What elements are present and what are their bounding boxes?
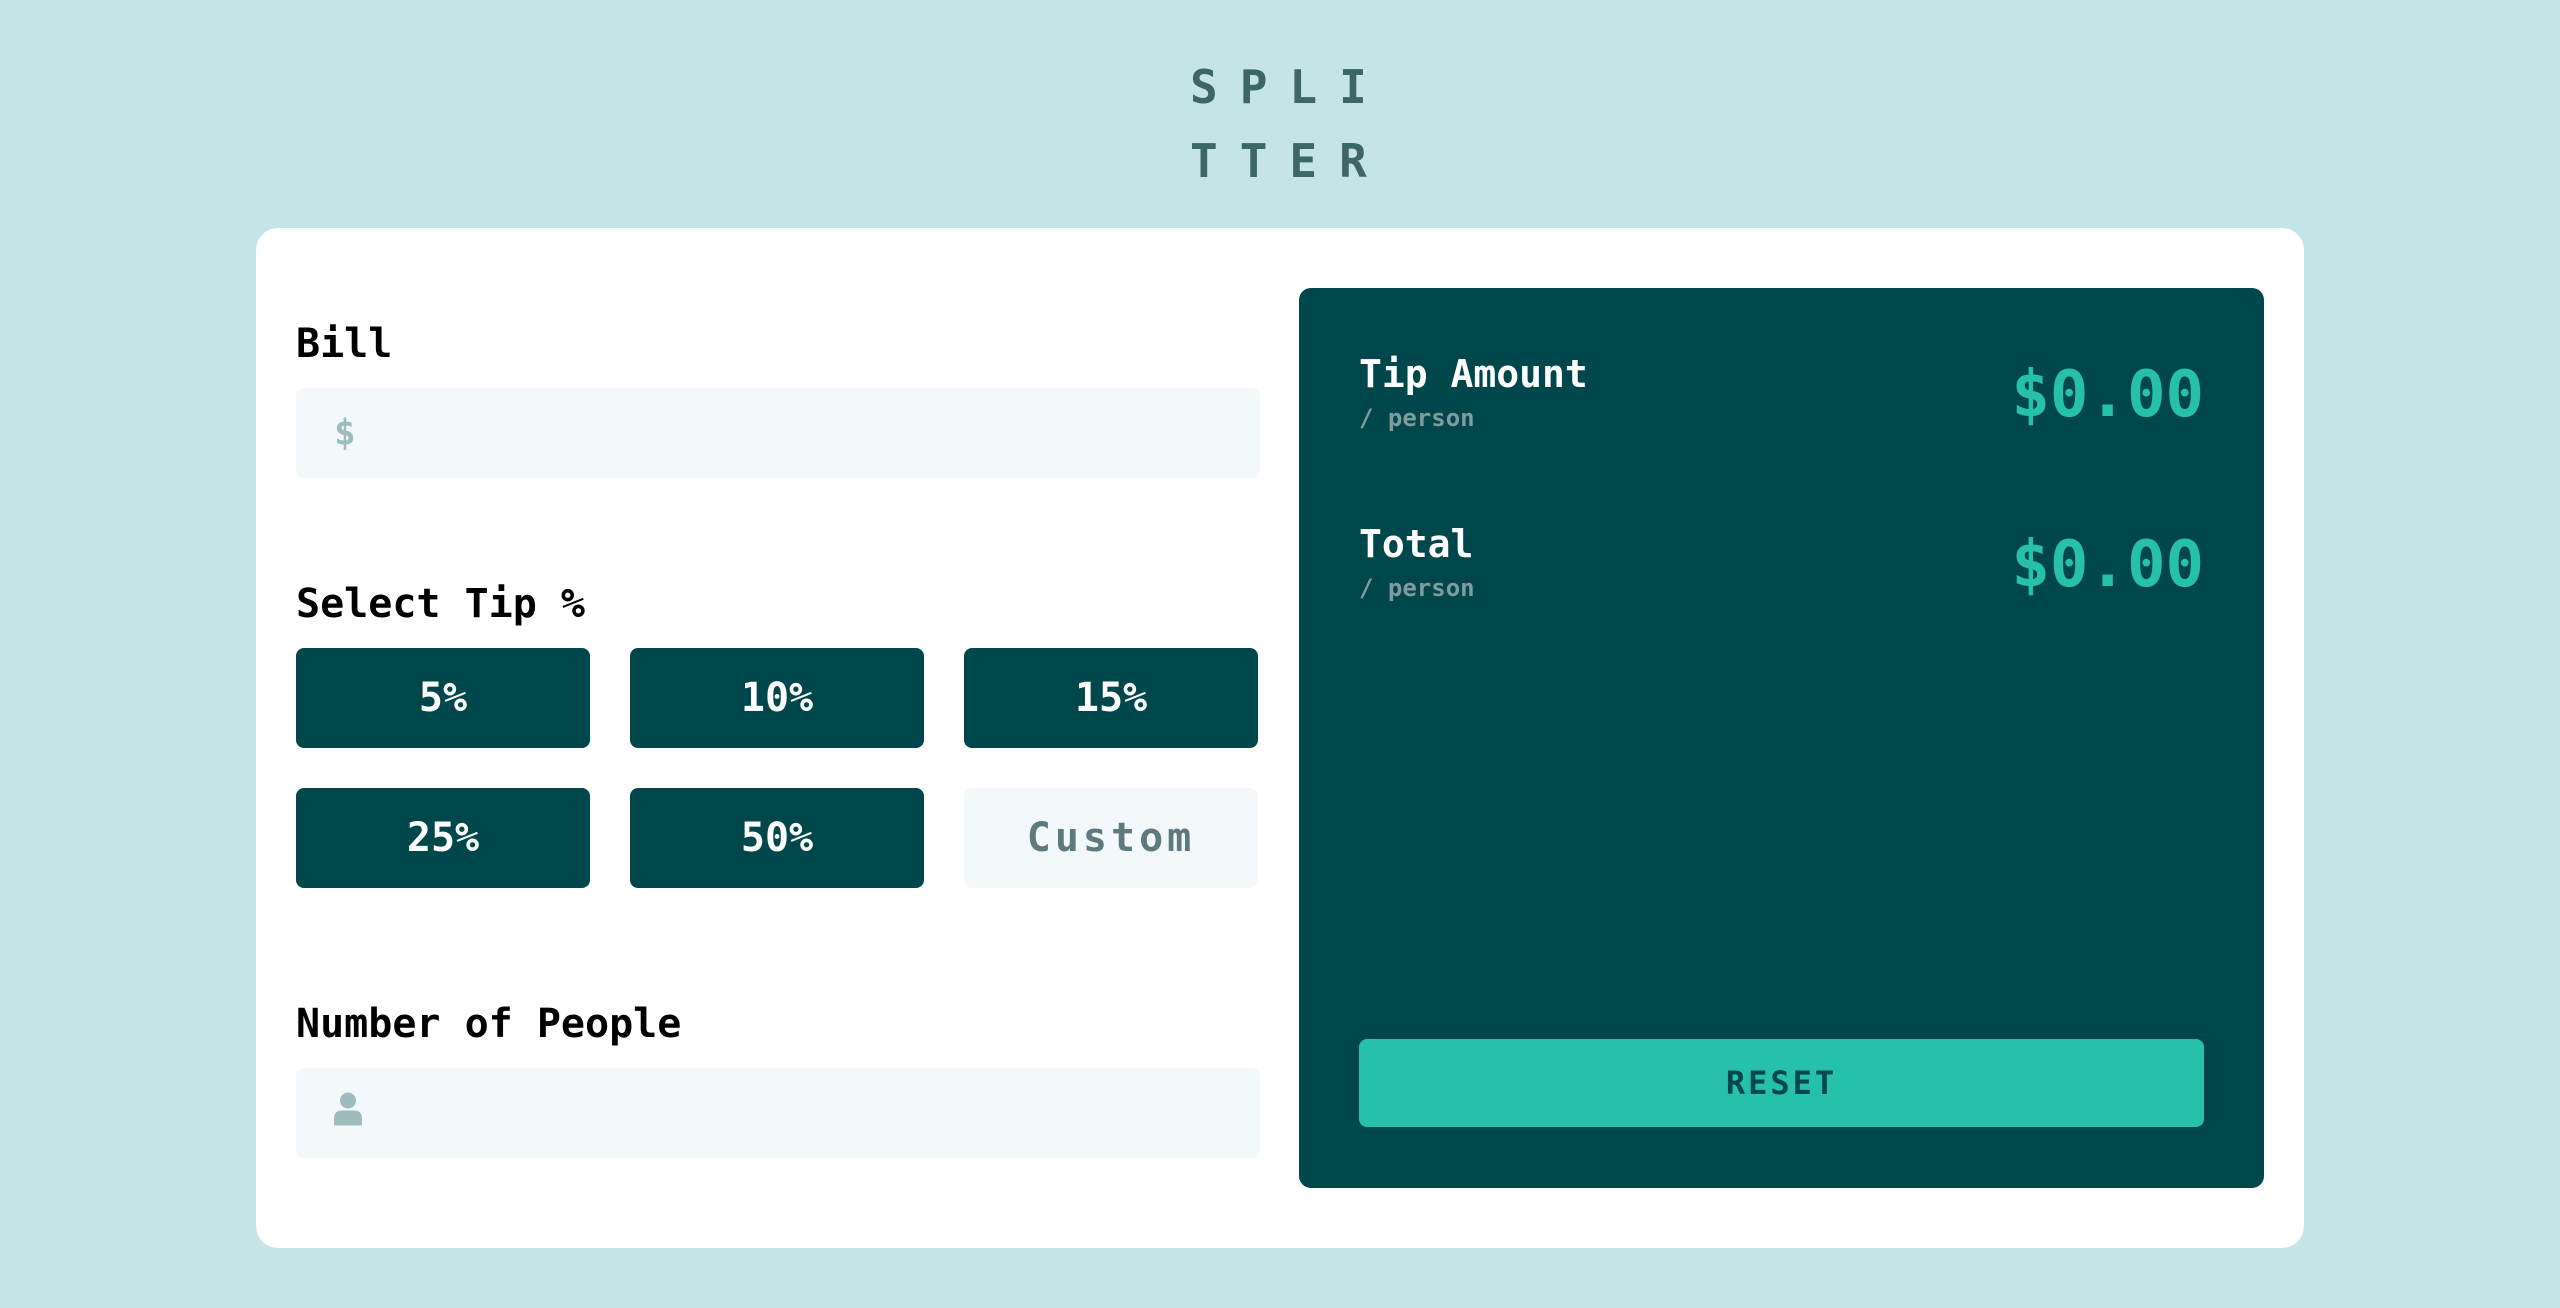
tip-button-25[interactable]: 25%	[296, 788, 590, 888]
bill-label: Bill	[296, 321, 393, 367]
tip-amount-label: Tip Amount	[1359, 352, 1588, 396]
reset-button[interactable]: RESET	[1359, 1039, 2204, 1127]
total-value: $0.00	[2011, 528, 2204, 602]
app-logo: SPLI TTER	[1190, 50, 1390, 198]
results-panel: Tip Amount / person $0.00 Total / person…	[1299, 288, 2264, 1188]
total-sub: / person	[1359, 574, 1475, 602]
tip-amount-value: $0.00	[2011, 358, 2204, 432]
logo-line-1: SPLI	[1190, 60, 1389, 114]
people-input[interactable]	[386, 1068, 1230, 1158]
bill-field[interactable]: $	[296, 388, 1260, 478]
bill-input[interactable]	[386, 388, 1230, 478]
tip-button-10[interactable]: 10%	[630, 648, 924, 748]
custom-tip-input[interactable]: Custom	[964, 788, 1258, 888]
logo-line-2: TTER	[1190, 134, 1389, 188]
calculator-card: Bill $ Select Tip % 5% 10% 15% 25% 50% C…	[256, 228, 2304, 1248]
tip-button-5[interactable]: 5%	[296, 648, 590, 748]
tip-button-50[interactable]: 50%	[630, 788, 924, 888]
tip-button-15[interactable]: 15%	[964, 648, 1258, 748]
select-tip-label: Select Tip %	[296, 581, 585, 627]
dollar-icon: $	[334, 412, 356, 454]
people-field[interactable]	[296, 1068, 1260, 1158]
total-label: Total	[1359, 522, 1474, 566]
person-icon	[334, 1092, 362, 1135]
people-label: Number of People	[296, 1001, 682, 1047]
tip-amount-sub: / person	[1359, 404, 1475, 432]
